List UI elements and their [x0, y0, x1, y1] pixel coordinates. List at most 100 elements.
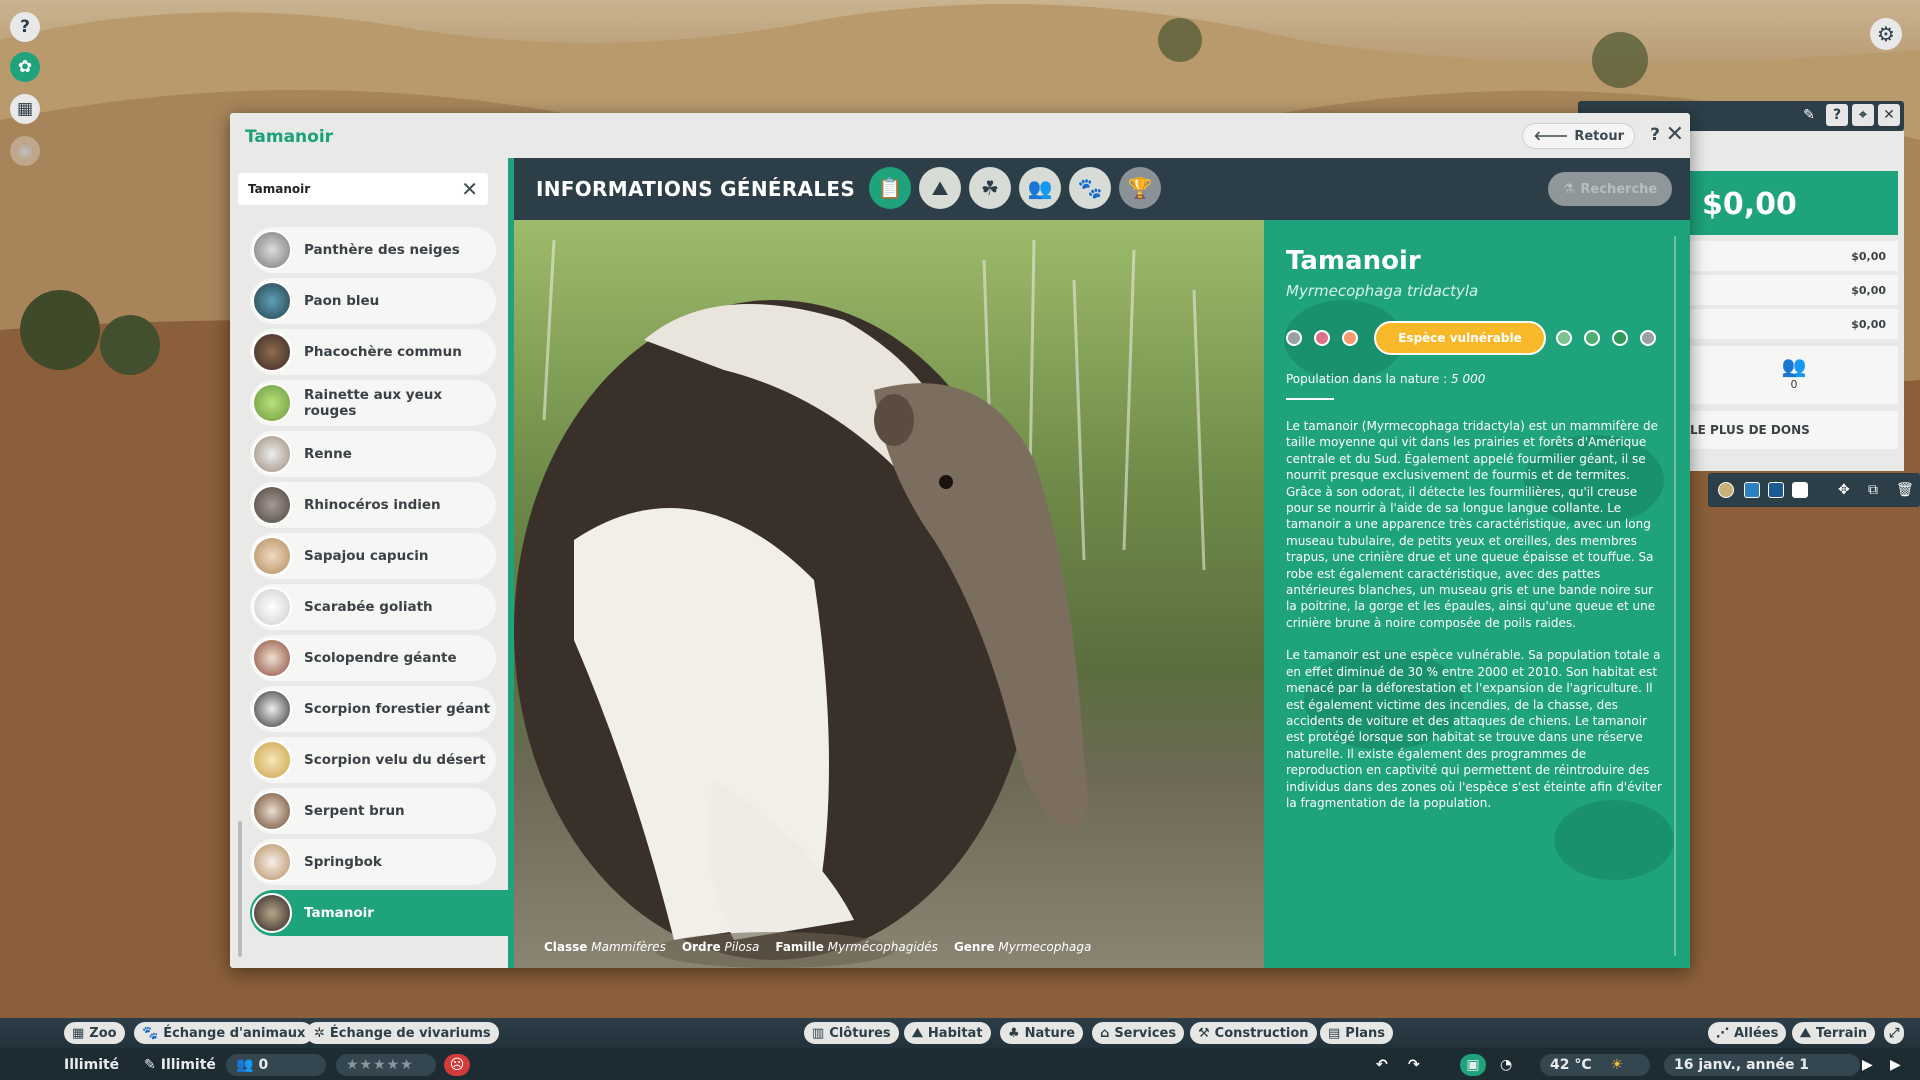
copy-icon[interactable]: ⧉: [1868, 482, 1884, 498]
eye-icon[interactable]: ◉: [10, 136, 40, 166]
blueprints-button[interactable]: ▤ Plans: [1320, 1022, 1394, 1044]
terrain-button[interactable]: ⛰ Terrain: [1792, 1022, 1876, 1044]
tab-general-info[interactable]: 📋: [869, 167, 911, 209]
list-scrollbar[interactable]: [238, 821, 242, 957]
calendar-icon[interactable]: ▦: [10, 94, 40, 124]
list-item[interactable]: Serpent brun: [250, 788, 496, 834]
research-status: ✎ Illimité: [134, 1054, 226, 1076]
zoo-button[interactable]: ▦ Zoo: [64, 1022, 125, 1044]
finance-panel: $0,00 $0,00 $0,00 $0,00 👥 0 LE PLUS DE D…: [1690, 131, 1904, 471]
list-item[interactable]: Panthère des neiges: [250, 227, 496, 273]
finance-row: $0,00: [1690, 309, 1898, 339]
camera-icon[interactable]: ▣: [1460, 1054, 1486, 1076]
animal-name: Scorpion forestier géant: [304, 701, 491, 717]
taxonomy-line: Classe Mammifères Ordre Pilosa Famille M…: [544, 940, 1091, 954]
tab-food[interactable]: ☘: [969, 167, 1011, 209]
research-icon: ✎: [144, 1057, 156, 1073]
species-scientific-name: Myrmecophaga tridactyla: [1286, 282, 1479, 300]
vivarium-trade-button[interactable]: ✲ Échange de vivariums: [306, 1022, 499, 1044]
back-button[interactable]: 🡐 Retour: [1522, 123, 1635, 149]
paths-button[interactable]: ⋰ Allées: [1708, 1022, 1787, 1044]
habitat-icon: ⛰: [912, 1025, 923, 1041]
animal-thumbnail: [252, 434, 292, 474]
swatch-blue[interactable]: [1744, 482, 1760, 498]
animal-trade-button[interactable]: 🐾 Échange d'animaux: [134, 1022, 314, 1044]
animal-thumbnail: [252, 485, 292, 525]
list-item[interactable]: Springbok: [250, 839, 496, 885]
tab-trophy[interactable]: 🏆: [1119, 167, 1161, 209]
construction-button[interactable]: ⚒ Construction: [1190, 1022, 1317, 1044]
window-help-icon[interactable]: ?: [1650, 125, 1660, 145]
swatch-dark-blue[interactable]: [1768, 482, 1784, 498]
taxonomy-order: Ordre Pilosa: [681, 940, 760, 954]
info-scrollbar[interactable]: [1674, 236, 1676, 956]
tab-habitat[interactable]: ⛰: [919, 167, 961, 209]
status-badge: Espèce vulnérable: [1374, 321, 1546, 355]
swatch-white[interactable]: [1792, 482, 1808, 498]
animal-thumbnail: [252, 536, 292, 576]
finance-row: $0,00: [1690, 241, 1898, 271]
delete-icon[interactable]: 🗑: [1896, 482, 1914, 498]
undo-icon[interactable]: ↶: [1366, 1054, 1398, 1076]
animal-name: Scorpion velu du désert: [304, 752, 486, 768]
sad-face-icon[interactable]: ☹: [444, 1054, 470, 1076]
zoo-info-icon[interactable]: ✿: [10, 52, 40, 82]
settings-gear-icon[interactable]: ⚙: [1870, 18, 1902, 50]
fences-button[interactable]: ▥ Clôtures: [804, 1022, 899, 1044]
move-icon[interactable]: ✥: [1838, 482, 1854, 498]
edit-icon[interactable]: ✎: [1798, 104, 1820, 126]
location-icon[interactable]: ⌖: [1852, 104, 1874, 126]
tab-behaviour[interactable]: 🐾: [1069, 167, 1111, 209]
list-item[interactable]: Scorpion forestier géant: [250, 686, 496, 732]
clear-search-icon[interactable]: ✕: [461, 177, 478, 201]
animal-list[interactable]: Panthère des neiges Paon bleu Phacochère…: [230, 221, 510, 961]
list-item[interactable]: Scarabée goliath: [250, 584, 496, 630]
palette-icon[interactable]: [1718, 482, 1734, 498]
list-item[interactable]: Renne: [250, 431, 496, 477]
finance-help-icon[interactable]: ?: [1826, 104, 1848, 126]
list-item[interactable]: Scorpion velu du désert: [250, 737, 496, 783]
research-button[interactable]: ⚗ Recherche: [1548, 172, 1672, 206]
finance-row: $0,00: [1690, 275, 1898, 305]
list-item[interactable]: Rhinocéros indien: [250, 482, 496, 528]
speed-play-icon[interactable]: ▶: [1852, 1054, 1883, 1076]
build-icon: ⚒: [1198, 1025, 1210, 1041]
blueprint-icon: ▤: [1328, 1025, 1341, 1041]
speed-fast-icon[interactable]: ▶: [1880, 1054, 1911, 1076]
expand-icon[interactable]: ⤢: [1884, 1022, 1905, 1044]
animal-thumbnail: [252, 740, 292, 780]
visitors-box: 👥 0: [1690, 346, 1898, 404]
date-value: 16 janv., année 1: [1674, 1057, 1810, 1073]
weather-icon[interactable]: ◔: [1490, 1054, 1522, 1076]
finance-close-icon[interactable]: ✕: [1878, 104, 1900, 126]
list-item[interactable]: Sapajou capucin: [250, 533, 496, 579]
redo-icon[interactable]: ↷: [1398, 1054, 1430, 1076]
status-dot: [1342, 330, 1358, 346]
back-label: Retour: [1574, 128, 1624, 144]
paw-icon: 🐾: [142, 1025, 159, 1041]
zoo-icon: ▦: [72, 1025, 85, 1041]
list-item-selected[interactable]: Tamanoir: [250, 890, 510, 936]
services-button[interactable]: ⌂ Services: [1092, 1022, 1185, 1044]
animal-thumbnail: [252, 587, 292, 627]
animal-thumbnail: [252, 842, 292, 882]
animal-name: Paon bleu: [304, 293, 380, 309]
search-input[interactable]: Tamanoir ✕: [238, 173, 488, 205]
species-description: Le tamanoir (Myrmecophaga tridactyla) es…: [1286, 418, 1666, 827]
money-status: Illimité: [54, 1054, 129, 1076]
list-item[interactable]: Rainette aux yeux rouges: [250, 380, 496, 426]
animal-thumbnail: [252, 689, 292, 729]
tab-social[interactable]: 👥: [1019, 167, 1061, 209]
population-value: 5 000: [1451, 372, 1486, 386]
list-item[interactable]: Scolopendre géante: [250, 635, 496, 681]
taxonomy-genus: Genre Myrmecophaga: [953, 940, 1092, 954]
balance-value: $0,00: [1690, 171, 1898, 235]
habitat-button[interactable]: ⛰ Habitat: [904, 1022, 991, 1044]
window-close-icon[interactable]: ✕: [1666, 122, 1684, 147]
animal-name: Sapajou capucin: [304, 548, 429, 564]
nature-button[interactable]: ♣ Nature: [1000, 1022, 1084, 1044]
help-icon[interactable]: ?: [10, 12, 40, 42]
list-item[interactable]: Paon bleu: [250, 278, 496, 324]
list-item[interactable]: Phacochère commun: [250, 329, 496, 375]
animal-thumbnail: [252, 383, 292, 423]
